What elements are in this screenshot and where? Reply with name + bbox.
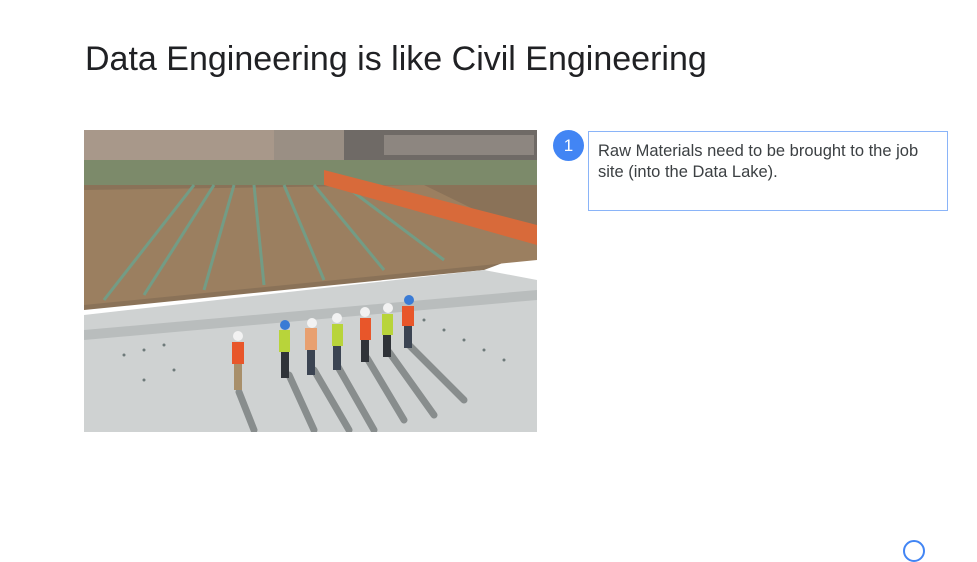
callout-text: Raw Materials need to be brought to the …	[598, 142, 919, 181]
step-number-badge: 1	[553, 130, 584, 161]
slide-title: Data Engineering is like Civil Engineeri…	[85, 40, 707, 78]
corner-indicator-icon	[903, 540, 925, 562]
callout-text-box[interactable]: Raw Materials need to be brought to the …	[588, 131, 948, 211]
construction-site-photo	[84, 130, 537, 432]
